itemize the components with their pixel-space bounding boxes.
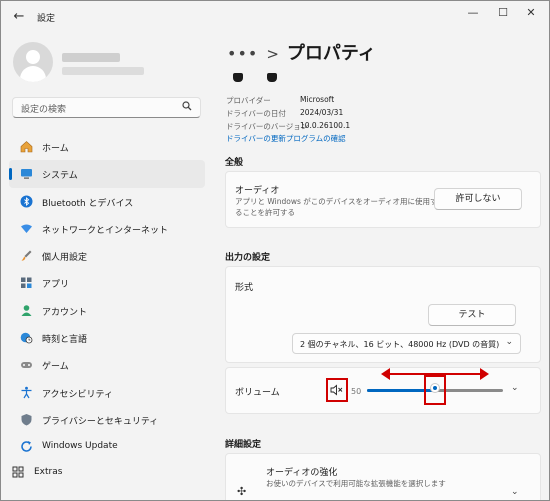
- sidebar-item-label: Bluetooth とデバイス: [42, 198, 134, 209]
- sidebar-item-label: アカウント: [42, 307, 88, 318]
- sidebar-item-privacy[interactable]: プライバシーとセキュリティ: [9, 406, 205, 433]
- audio-description-line1: アプリと Windows がこのデバイスをオーディオ用に使用す: [235, 197, 438, 206]
- audio-description-line2: ることを許可する: [235, 208, 295, 217]
- audio-title: オーディオ: [235, 186, 280, 196]
- driver-version-label: ドライバーのバージョン: [226, 122, 309, 131]
- output-settings-heading: 出力の設定: [225, 253, 271, 263]
- provider-value: Microsoft: [300, 95, 335, 104]
- sidebar-item-windows-update[interactable]: Windows Update: [9, 433, 205, 460]
- avatar-head: [26, 50, 40, 64]
- test-button[interactable]: テスト: [428, 304, 516, 326]
- sidebar-item-label: Windows Update: [42, 441, 118, 452]
- sidebar-item-label: Extras: [34, 467, 63, 477]
- sidebar-item-label: ホーム: [42, 144, 69, 154]
- general-heading: 全般: [225, 158, 244, 168]
- speaker-device-icon: [233, 73, 243, 82]
- driver-date-label: ドライバーの日付: [226, 109, 286, 118]
- sidebar-item-network[interactable]: ネットワークとインターネット: [9, 215, 205, 242]
- breadcrumb-separator: >: [266, 45, 279, 63]
- volume-slider-thumb[interactable]: [431, 384, 439, 392]
- volume-value: 50: [351, 387, 362, 396]
- breadcrumb: ••• > プロパティ: [227, 39, 376, 65]
- sidebar-item-label: 個人用設定: [42, 253, 88, 264]
- account-icon: [19, 304, 33, 318]
- app-title: 設定: [37, 14, 56, 24]
- search-placeholder: 設定の検索: [21, 105, 67, 115]
- sidebar-item-label: プライバシーとセキュリティ: [42, 416, 159, 427]
- sidebar-item-label: 時刻と言語: [42, 335, 88, 346]
- double-arrow-icon: [381, 368, 489, 380]
- sidebar-item-gaming[interactable]: ゲーム: [9, 351, 205, 378]
- sidebar-nav: ホーム システム Bluetooth とデバイス ネットワークとインターネット …: [9, 133, 205, 461]
- avatar[interactable]: [13, 42, 53, 82]
- shield-icon: [19, 413, 33, 427]
- apps-icon: [19, 276, 33, 290]
- gamepad-icon: [19, 358, 33, 372]
- profile-email-redacted: [62, 67, 144, 75]
- deny-audio-button[interactable]: 許可しない: [434, 188, 522, 210]
- home-icon: [19, 140, 33, 154]
- sidebar-item-label: ネットワークとインターネット: [42, 225, 169, 236]
- grid-icon: [11, 466, 25, 480]
- minimize-button[interactable]: —: [459, 5, 487, 21]
- format-dropdown-value: 2 個のチャネル、16 ビット、48000 Hz (DVD の音質): [300, 340, 500, 349]
- accessibility-icon: [19, 386, 33, 400]
- sidebar-item-label: システム: [42, 171, 78, 182]
- maximize-button[interactable]: ☐: [489, 5, 517, 21]
- chevron-down-icon[interactable]: ⌄: [511, 383, 519, 393]
- sidebar-item-apps[interactable]: アプリ: [9, 269, 205, 296]
- bluetooth-icon: [19, 195, 33, 209]
- sidebar-item-label: アプリ: [42, 280, 70, 291]
- chevron-down-icon[interactable]: ⌄: [511, 487, 519, 497]
- profile-name-redacted: [62, 53, 120, 62]
- provider-label: プロバイダー: [226, 96, 271, 105]
- mute-button[interactable]: [326, 378, 348, 402]
- sidebar-item-accessibility[interactable]: アクセシビリティ: [9, 379, 205, 406]
- sidebar-item-personalization[interactable]: 個人用設定: [9, 242, 205, 269]
- driver-version-value: 10.0.26100.1: [300, 121, 351, 130]
- sparkle-icon: ✣: [237, 485, 247, 498]
- format-label: 形式: [235, 283, 254, 293]
- enhancement-title: オーディオの強化: [266, 468, 338, 478]
- sidebar-item-time-language[interactable]: 時刻と言語: [9, 324, 205, 351]
- close-button[interactable]: ✕: [517, 5, 545, 21]
- monitor-icon: [19, 167, 33, 181]
- search-input[interactable]: 設定の検索: [12, 97, 201, 118]
- sidebar-item-label: アクセシビリティ: [42, 389, 114, 400]
- breadcrumb-more-button[interactable]: •••: [227, 44, 258, 63]
- format-dropdown[interactable]: 2 個のチャネル、16 ビット、48000 Hz (DVD の音質) ⌄: [292, 333, 521, 354]
- speaker-device-icon: [267, 73, 277, 82]
- title-bar: ← 設定 — ☐ ✕: [1, 1, 549, 33]
- globe-clock-icon: [19, 331, 33, 345]
- driver-date-value: 2024/03/31: [300, 108, 344, 117]
- sidebar-item-home[interactable]: ホーム: [9, 133, 205, 160]
- chevron-down-icon: ⌄: [505, 337, 513, 347]
- audio-enhancement-card[interactable]: オーディオの強化 お使いのデバイスで利用可能な拡張機能を選択します: [225, 453, 541, 500]
- audio-permission-card: オーディオ アプリと Windows がこのデバイスをオーディオ用に使用す るこ…: [225, 171, 541, 228]
- brush-icon: [19, 249, 33, 263]
- sidebar-item-system[interactable]: システム: [9, 160, 205, 188]
- back-arrow-icon[interactable]: ←: [11, 9, 27, 25]
- speaker-muted-icon: [330, 384, 344, 399]
- avatar-body: [20, 66, 46, 82]
- page-title: プロパティ: [286, 43, 376, 64]
- volume-label: ボリューム: [235, 388, 280, 398]
- sidebar-item-label: ゲーム: [42, 362, 69, 373]
- wifi-icon: [19, 222, 33, 236]
- sidebar-item-accounts[interactable]: アカウント: [9, 297, 205, 324]
- driver-update-link[interactable]: ドライバーの更新プログラムの確認: [226, 133, 346, 144]
- enhancement-description: お使いのデバイスで利用可能な拡張機能を選択します: [266, 479, 446, 488]
- sidebar-item-bluetooth[interactable]: Bluetooth とデバイス: [9, 188, 205, 215]
- search-icon: [182, 101, 192, 114]
- advanced-settings-heading: 詳細設定: [225, 440, 262, 450]
- settings-window: ← 設定 — ☐ ✕ 設定の検索 ホーム システム Bluetooth とデバイ…: [0, 0, 550, 501]
- update-icon: [19, 440, 33, 454]
